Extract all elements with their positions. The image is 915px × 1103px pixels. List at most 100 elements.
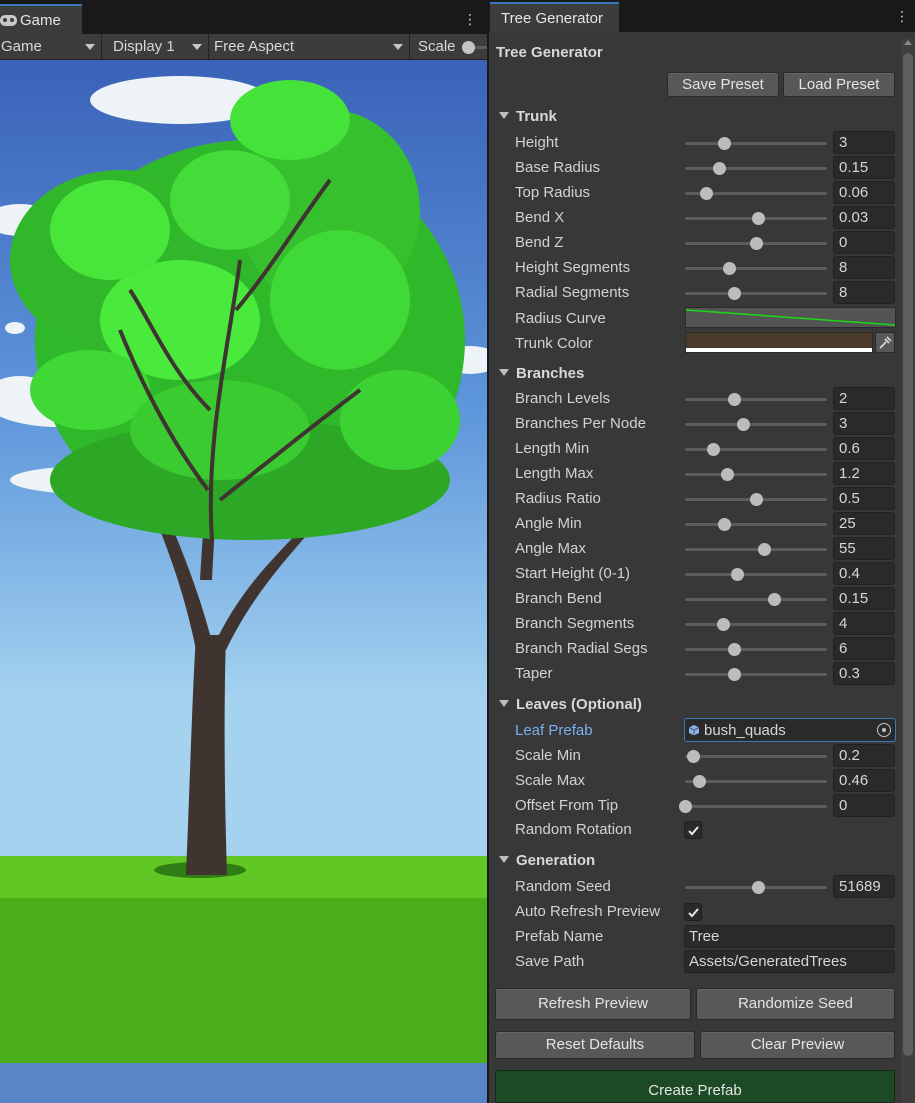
tab-tree-generator[interactable]: Tree Generator (490, 2, 619, 32)
radial-segments-slider-track[interactable] (685, 292, 827, 295)
randomize-seed-button[interactable]: Randomize Seed (696, 988, 895, 1020)
length-min-slider-handle[interactable] (706, 443, 720, 456)
random-seed-field[interactable]: 51689 (833, 875, 895, 898)
branch-levels-slider-handle[interactable] (728, 393, 742, 406)
top-radius-row: Top Radius 0.06 (489, 181, 901, 206)
length-max-slider-track[interactable] (685, 473, 827, 476)
branch-levels-field[interactable]: 2 (833, 387, 895, 410)
offset-from-tip-label: Offset From Tip (515, 797, 619, 814)
branch-bend-field[interactable]: 0.15 (833, 587, 895, 610)
angle-max-slider-track[interactable] (685, 548, 827, 551)
tab-game[interactable]: Game (0, 4, 82, 34)
scale-max-slider-track[interactable] (685, 780, 827, 783)
taper-slider-handle[interactable] (728, 668, 742, 681)
game-mode-dropdown[interactable]: Game (0, 34, 102, 60)
random-rotation-checkbox[interactable] (684, 821, 702, 839)
scale-max-field[interactable]: 0.46 (833, 769, 895, 792)
branches-per-node-slider-track[interactable] (685, 423, 827, 426)
radius-ratio-slider-handle[interactable] (749, 493, 763, 506)
leaf-prefab-field[interactable]: bush_quads (684, 718, 896, 742)
branches-per-node-field[interactable]: 3 (833, 412, 895, 435)
more-options-icon[interactable]: ⋮ (463, 11, 477, 27)
base-radius-field[interactable]: 0.15 (833, 156, 895, 179)
save-preset-button[interactable]: Save Preset (667, 72, 779, 97)
trunk-color-swatch[interactable] (685, 332, 873, 353)
top-radius-field[interactable]: 0.06 (833, 181, 895, 204)
base-radius-slider-track[interactable] (685, 167, 827, 170)
branches-per-node-slider-handle[interactable] (736, 418, 750, 431)
eyedropper-icon[interactable] (875, 332, 895, 353)
prefab-name-field[interactable]: Tree (684, 925, 895, 948)
taper-slider-track[interactable] (685, 673, 827, 676)
branch-levels-slider-track[interactable] (685, 398, 827, 401)
checkmark-icon (688, 826, 699, 836)
save-path-field[interactable]: Assets/GeneratedTrees (684, 950, 895, 973)
angle-min-slider-track[interactable] (685, 523, 827, 526)
create-prefab-button[interactable]: Create Prefab (495, 1070, 895, 1103)
length-min-field[interactable]: 0.6 (833, 437, 895, 460)
leaves-section-header[interactable]: Leaves (Optional) (499, 696, 642, 716)
branch-bend-slider-handle[interactable] (767, 593, 781, 606)
offset-from-tip-slider-track[interactable] (685, 805, 827, 808)
offset-from-tip-field[interactable]: 0 (833, 794, 895, 817)
object-picker-icon[interactable] (877, 723, 891, 737)
taper-field[interactable]: 0.3 (833, 662, 895, 685)
top-radius-slider-handle[interactable] (699, 187, 713, 200)
height-segments-slider-handle[interactable] (722, 262, 736, 275)
refresh-preview-button[interactable]: Refresh Preview (495, 988, 691, 1020)
start-height-field[interactable]: 0.4 (833, 562, 895, 585)
load-preset-button[interactable]: Load Preset (783, 72, 895, 97)
scale-min-field[interactable]: 0.2 (833, 744, 895, 767)
length-max-slider-handle[interactable] (721, 468, 735, 481)
more-options-icon[interactable]: ⋮ (895, 8, 909, 24)
height-segments-slider-track[interactable] (685, 267, 827, 270)
branch-segments-slider-track[interactable] (685, 623, 827, 626)
radial-segments-field[interactable]: 8 (833, 281, 895, 304)
random-seed-slider-handle[interactable] (752, 881, 766, 894)
angle-min-field[interactable]: 25 (833, 512, 895, 535)
scroll-up-arrow-icon[interactable] (904, 40, 912, 45)
game-viewport[interactable] (0, 60, 487, 1103)
panel-scrollbar[interactable] (901, 38, 915, 1103)
tab-tree-generator-label: Tree Generator (501, 10, 603, 27)
branch-segments-slider-handle[interactable] (716, 618, 730, 631)
radius-curve-field[interactable] (685, 307, 896, 328)
start-height-slider-handle[interactable] (731, 568, 745, 581)
angle-max-slider-handle[interactable] (758, 543, 772, 556)
branch-radial-segs-field[interactable]: 6 (833, 637, 895, 660)
start-height-slider-track[interactable] (685, 573, 827, 576)
reset-defaults-button[interactable]: Reset Defaults (495, 1031, 695, 1059)
tree-generator-panel: Tree Generator ⋮ Tree Generator Save Pre… (489, 0, 915, 1103)
height-field[interactable]: 3 (833, 131, 895, 154)
branch-radial-segs-slider-handle[interactable] (728, 643, 742, 656)
aspect-dropdown[interactable]: Free Aspect (209, 34, 410, 60)
bend-z-slider-handle[interactable] (749, 237, 763, 250)
scale-min-slider-handle[interactable] (687, 750, 701, 763)
bend-x-slider-handle[interactable] (752, 212, 766, 225)
branch-radial-segs-slider-track[interactable] (685, 648, 827, 651)
clear-preview-button[interactable]: Clear Preview (700, 1031, 895, 1059)
trunk-section-header[interactable]: Trunk (499, 108, 557, 128)
height-slider-handle[interactable] (718, 137, 732, 150)
base-radius-slider-handle[interactable] (712, 162, 726, 175)
branch-bend-slider-track[interactable] (685, 598, 827, 601)
generation-section-header[interactable]: Generation (499, 852, 595, 872)
scroll-thumb[interactable] (903, 53, 913, 1056)
scale-slider-handle[interactable] (462, 41, 475, 54)
bend-z-field[interactable]: 0 (833, 231, 895, 254)
scale-min-slider-track[interactable] (685, 755, 827, 758)
bend-x-field[interactable]: 0.03 (833, 206, 895, 229)
display-dropdown[interactable]: Display 1 (102, 34, 209, 60)
angle-min-slider-handle[interactable] (718, 518, 732, 531)
branches-section-header[interactable]: Branches (499, 365, 584, 385)
length-max-field[interactable]: 1.2 (833, 462, 895, 485)
scale-max-slider-handle[interactable] (692, 775, 706, 788)
height-segments-field[interactable]: 8 (833, 256, 895, 279)
height-slider-track[interactable] (685, 142, 827, 145)
radius-ratio-field[interactable]: 0.5 (833, 487, 895, 510)
radial-segments-slider-handle[interactable] (728, 287, 742, 300)
auto-refresh-checkbox[interactable] (684, 903, 702, 921)
branch-segments-field[interactable]: 4 (833, 612, 895, 635)
offset-from-tip-slider-handle[interactable] (678, 800, 692, 813)
angle-max-field[interactable]: 55 (833, 537, 895, 560)
